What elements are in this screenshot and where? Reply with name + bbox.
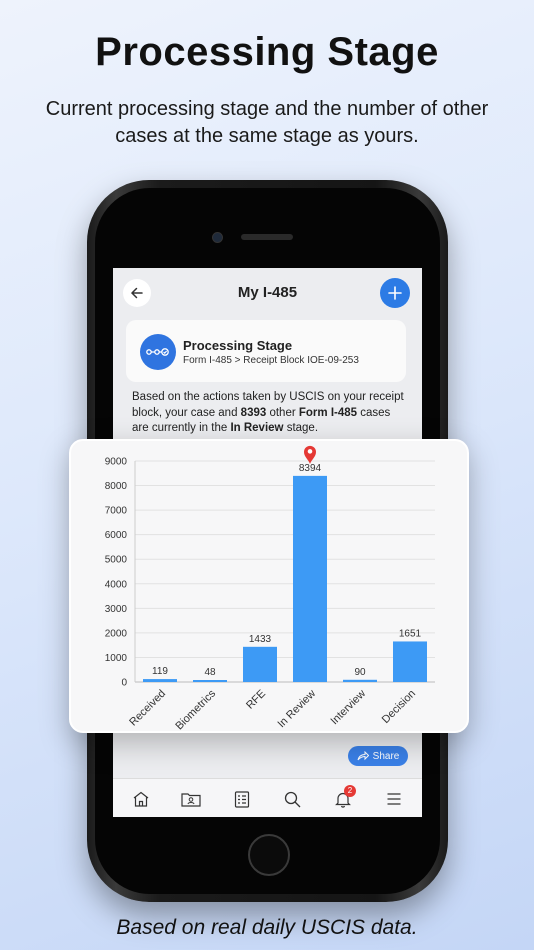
stage-chart-card: 0 1000 2000 3000 4000 5000 6000 7000 8000 9000 119…	[69, 439, 469, 733]
add-case-button[interactable]	[380, 278, 410, 308]
home-icon	[133, 791, 149, 807]
location-pin-dot	[307, 449, 313, 454]
bar-decision	[393, 641, 427, 682]
stage-bar-chart: 0 1000 2000 3000 4000 5000 6000 7000 8000 9000 119…	[105, 445, 435, 731]
tab-menu[interactable]	[383, 789, 405, 809]
share-label: Share	[372, 750, 400, 762]
y-tick-label: 1000	[105, 653, 128, 664]
x-tick-label: Biometrics	[173, 687, 218, 731]
data-label: 48	[204, 667, 216, 678]
document-list-icon	[234, 790, 250, 808]
data-label: 119	[152, 666, 168, 677]
y-tick-label: 8000	[105, 481, 128, 492]
bar-interview	[343, 679, 377, 682]
desc-text: stage.	[283, 422, 319, 434]
data-label: 8394	[299, 463, 322, 474]
search-icon	[284, 791, 300, 807]
stage-description: Based on the actions taken by USCIS on y…	[132, 390, 410, 437]
footer-caption: Based on real daily USCIS data.	[116, 916, 418, 939]
y-tick-label: 7000	[105, 506, 128, 517]
y-tick-label: 2000	[105, 628, 128, 639]
tab-documents[interactable]	[231, 789, 253, 809]
tab-notifications[interactable]: 2	[332, 785, 356, 809]
tab-home[interactable]	[130, 789, 152, 809]
desc-case-count: 8393	[240, 406, 267, 419]
y-tick-label: 4000	[105, 579, 128, 590]
bar-rfe	[243, 646, 277, 682]
bar-in-review	[293, 475, 327, 682]
x-tick-label: Decision	[380, 688, 418, 726]
data-label: 1651	[399, 628, 422, 639]
x-tick-label: Received	[127, 688, 168, 729]
x-tick-label: RFE	[244, 688, 268, 712]
notification-badge: 2	[344, 785, 356, 797]
share-icon	[357, 751, 369, 761]
case-folder-icon	[181, 793, 201, 807]
y-tick-label: 0	[121, 678, 127, 689]
menu-icon	[387, 793, 401, 805]
stage-title: Processing Stage	[183, 338, 293, 353]
data-label: 1433	[249, 634, 272, 645]
y-tick-label: 5000	[105, 555, 128, 566]
nav-bar: My I-485	[113, 268, 422, 318]
desc-form-name: Form I-485	[298, 406, 358, 419]
x-tick-label: Interview	[329, 688, 369, 728]
bar-received	[143, 679, 177, 682]
desc-text: other	[266, 406, 299, 419]
y-tick-label: 3000	[105, 604, 128, 615]
bar-biometrics	[193, 680, 227, 682]
data-label: 90	[354, 667, 366, 678]
y-tick-label: 6000	[105, 530, 128, 541]
front-camera	[212, 232, 223, 243]
y-tick-label: 9000	[105, 457, 128, 468]
earpiece-speaker	[241, 234, 293, 240]
stage-card[interactable]: Processing Stage Form I-485 > Receipt Bl…	[126, 320, 406, 382]
home-button[interactable]	[248, 834, 290, 876]
stage-subtitle: Form I-485 > Receipt Block IOE-09-253	[183, 355, 359, 366]
tab-cases[interactable]	[180, 789, 202, 809]
x-tick-label: In Review	[275, 688, 318, 731]
tab-bar: 2	[113, 778, 422, 817]
page-title: Processing Stage	[95, 30, 439, 74]
nav-title: My I-485	[237, 284, 298, 301]
share-button[interactable]: Share	[348, 746, 408, 766]
stage-flow-icon	[140, 334, 176, 370]
desc-stage-name: In Review	[230, 422, 284, 434]
plus-icon	[388, 286, 402, 300]
tab-search[interactable]	[281, 789, 303, 809]
page-subtitle: Current processing stage and the number …	[45, 98, 489, 147]
